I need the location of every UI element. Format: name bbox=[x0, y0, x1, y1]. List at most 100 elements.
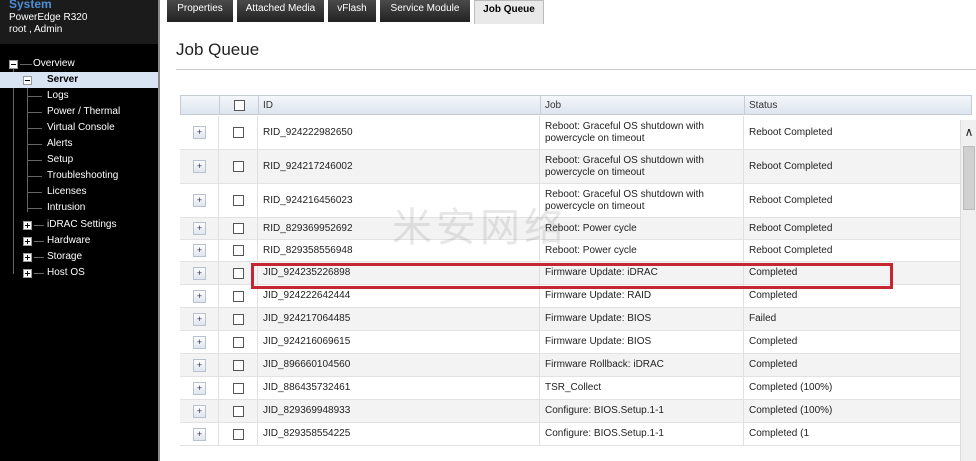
expand-row-icon[interactable]: + bbox=[193, 405, 206, 418]
select-all-checkbox[interactable] bbox=[234, 100, 245, 111]
job-description: Firmware Update: BIOS bbox=[539, 331, 743, 353]
expand-row-icon[interactable]: + bbox=[193, 126, 206, 139]
job-description: Reboot: Power cycle bbox=[539, 218, 743, 239]
collapse-icon[interactable] bbox=[9, 60, 18, 69]
expand-row-icon[interactable]: + bbox=[193, 359, 206, 372]
tree-item-host-os[interactable]: Host OS bbox=[0, 265, 158, 281]
row-checkbox[interactable] bbox=[233, 268, 244, 279]
expand-row-icon[interactable]: + bbox=[193, 160, 206, 173]
expand-icon[interactable] bbox=[23, 253, 32, 262]
tree-item-intrusion[interactable]: Intrusion bbox=[0, 200, 158, 216]
job-description: Reboot: Graceful OS shutdown with powerc… bbox=[539, 116, 743, 149]
job-description: Reboot: Graceful OS shutdown with powerc… bbox=[539, 184, 743, 217]
job-id: JID_829369948933 bbox=[257, 400, 539, 422]
job-id: RID_924222982650 bbox=[257, 116, 539, 149]
job-description: Firmware Rollback: iDRAC bbox=[539, 354, 743, 376]
expand-row-icon[interactable]: + bbox=[193, 267, 206, 280]
system-model: PowerEdge R320 bbox=[9, 12, 88, 23]
tree-item-logs[interactable]: Logs bbox=[0, 88, 158, 104]
job-status: Reboot Completed bbox=[743, 184, 972, 217]
tree-item-power-thermal[interactable]: Power / Thermal bbox=[0, 104, 158, 120]
table-row[interactable]: + RID_829358556948 Reboot: Power cycle Rebo… bbox=[180, 240, 972, 262]
logged-in-user: root , Admin bbox=[9, 24, 63, 35]
tab-job-queue[interactable]: Job Queue bbox=[474, 0, 544, 24]
row-checkbox[interactable] bbox=[233, 406, 244, 417]
tree-label: Intrusion bbox=[47, 202, 86, 213]
collapse-icon[interactable] bbox=[23, 76, 32, 85]
expand-row-icon[interactable]: + bbox=[193, 194, 206, 207]
table-row[interactable]: + RID_924222982650 Reboot: Graceful OS shu… bbox=[180, 116, 972, 150]
tree-item-idrac-settings[interactable]: iDRAC Settings bbox=[0, 217, 158, 233]
table-row[interactable]: + JID_924217064485 Firmware Update: BIOS Fa… bbox=[180, 308, 972, 331]
table-row[interactable]: + RID_924217246002 Reboot: Graceful OS shu… bbox=[180, 150, 972, 184]
expand-row-icon[interactable]: + bbox=[193, 382, 206, 395]
chevron-up-icon[interactable]: ∧ bbox=[961, 124, 976, 140]
row-checkbox[interactable] bbox=[233, 429, 244, 440]
tree-item-storage[interactable]: Storage bbox=[0, 249, 158, 265]
job-description: Firmware Update: BIOS bbox=[539, 308, 743, 330]
tree-item-alerts[interactable]: Alerts bbox=[0, 136, 158, 152]
tree-item-setup[interactable]: Setup bbox=[0, 152, 158, 168]
expand-icon[interactable] bbox=[23, 269, 32, 278]
tree-item-server[interactable]: Server bbox=[0, 72, 158, 88]
vertical-scrollbar[interactable]: ∧ bbox=[960, 120, 976, 461]
table-row[interactable]: + JID_886435732461 TSR_Collect Completed (1… bbox=[180, 377, 972, 400]
expand-row-icon[interactable]: + bbox=[193, 313, 206, 326]
tree-item-licenses[interactable]: Licenses bbox=[0, 184, 158, 200]
row-checkbox[interactable] bbox=[233, 383, 244, 394]
divider bbox=[176, 69, 976, 70]
table-row[interactable]: + JID_896660104560 Firmware Rollback: iDRA… bbox=[180, 354, 972, 377]
scroll-thumb[interactable] bbox=[963, 146, 975, 210]
tree-label: Storage bbox=[47, 251, 83, 262]
table-row[interactable]: + JID_829358554225 Configure: BIOS.Setup.1… bbox=[180, 423, 972, 446]
row-checkbox[interactable] bbox=[233, 223, 244, 234]
job-status: Failed bbox=[743, 308, 972, 330]
table-row[interactable]: + RID_829369952692 Reboot: Power cycle Rebo… bbox=[180, 218, 972, 240]
tree-label: Hardware bbox=[47, 235, 91, 246]
job-description: Configure: BIOS.Setup.1-1 bbox=[539, 423, 743, 445]
expand-icon[interactable] bbox=[23, 237, 32, 246]
tab-properties[interactable]: Properties bbox=[167, 0, 233, 22]
tree-label: Licenses bbox=[47, 186, 87, 197]
expand-row-icon[interactable]: + bbox=[193, 290, 206, 303]
page-title: Job Queue bbox=[176, 40, 260, 59]
row-checkbox[interactable] bbox=[233, 245, 244, 256]
tab-vflash[interactable]: vFlash bbox=[328, 0, 376, 22]
tree-label: Alerts bbox=[47, 138, 73, 149]
sidebar: System PowerEdge R320 root , Admin Overv… bbox=[0, 0, 158, 461]
row-checkbox[interactable] bbox=[233, 291, 244, 302]
row-checkbox[interactable] bbox=[233, 195, 244, 206]
tree-label: Troubleshooting bbox=[47, 170, 119, 181]
tree-item-hardware[interactable]: Hardware bbox=[0, 233, 158, 249]
tree-label: Power / Thermal bbox=[47, 106, 121, 117]
expand-row-icon[interactable]: + bbox=[193, 336, 206, 349]
tab-attached-media[interactable]: Attached Media bbox=[237, 0, 324, 22]
job-description: Reboot: Graceful OS shutdown with powerc… bbox=[539, 150, 743, 183]
system-header: System PowerEdge R320 root , Admin bbox=[0, 0, 158, 44]
watermark: 米安网络 bbox=[392, 205, 568, 251]
column-header-id[interactable]: ID bbox=[258, 96, 540, 115]
row-checkbox[interactable] bbox=[233, 161, 244, 172]
column-header-job[interactable]: Job bbox=[540, 96, 744, 115]
tree-label-overview: Overview bbox=[33, 58, 75, 69]
column-header-status[interactable]: Status bbox=[744, 96, 973, 115]
tree-item-virtual-console[interactable]: Virtual Console bbox=[0, 120, 158, 136]
row-checkbox[interactable] bbox=[233, 314, 244, 325]
table-row[interactable]: + RID_924216456023 Reboot: Graceful OS shu… bbox=[180, 184, 972, 218]
row-checkbox[interactable] bbox=[233, 127, 244, 138]
row-checkbox[interactable] bbox=[233, 360, 244, 371]
job-id: JID_829358554225 bbox=[257, 423, 539, 445]
job-status: Reboot Completed bbox=[743, 218, 972, 239]
expand-row-icon[interactable]: + bbox=[193, 222, 206, 235]
tree-item-troubleshooting[interactable]: Troubleshooting bbox=[0, 168, 158, 184]
row-checkbox[interactable] bbox=[233, 337, 244, 348]
expand-row-icon[interactable]: + bbox=[193, 244, 206, 257]
table-row[interactable]: + JID_924216069615 Firmware Update: BIOS Co… bbox=[180, 331, 972, 354]
tab-service-module[interactable]: Service Module bbox=[380, 0, 470, 22]
job-status: Completed (1 bbox=[743, 423, 972, 445]
expand-icon[interactable] bbox=[23, 221, 32, 230]
highlight-annotation bbox=[251, 263, 893, 289]
table-row[interactable]: + JID_829369948933 Configure: BIOS.Setup.1… bbox=[180, 400, 972, 423]
tree-item-overview[interactable]: Overview bbox=[0, 56, 158, 72]
expand-row-icon[interactable]: + bbox=[193, 428, 206, 441]
